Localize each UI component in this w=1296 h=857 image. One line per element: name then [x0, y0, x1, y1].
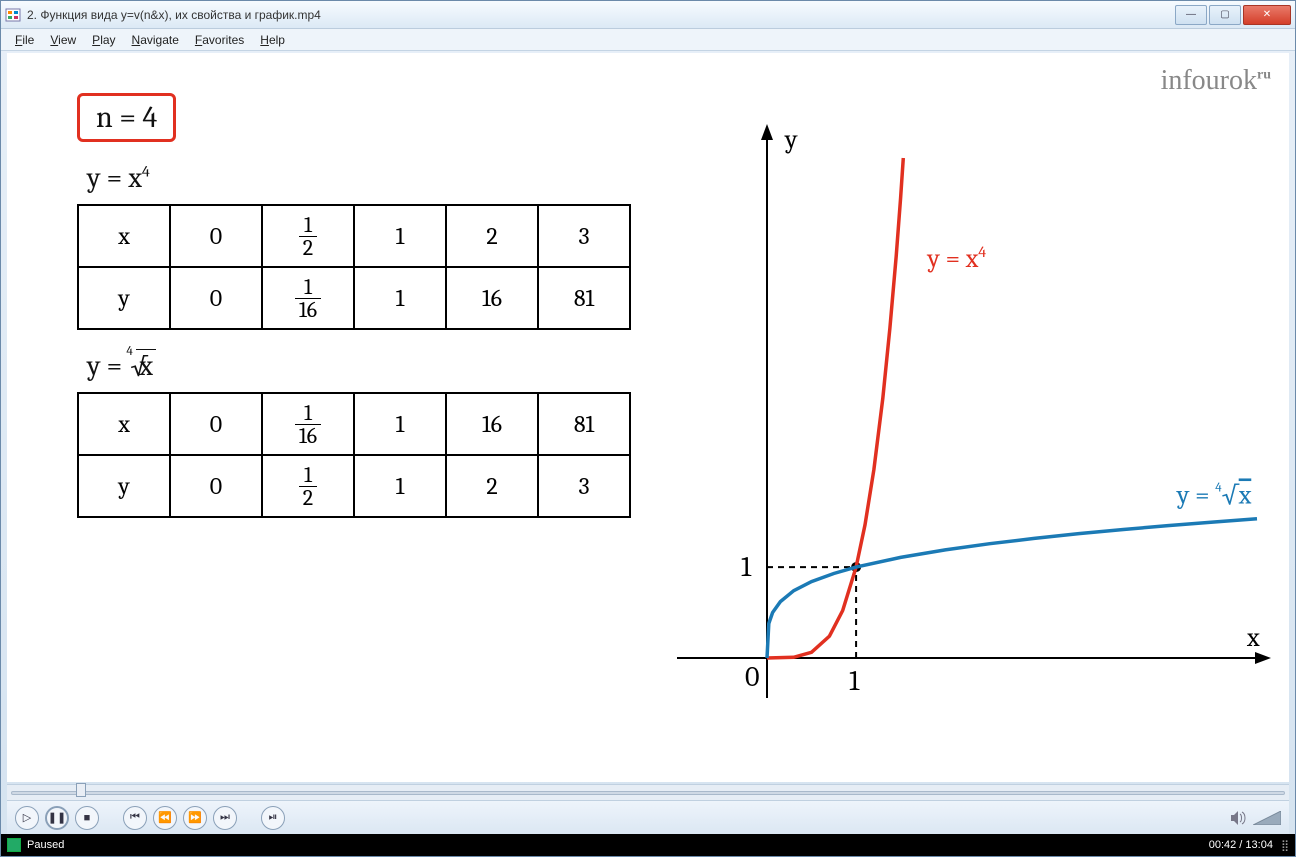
table-cell: 1	[354, 455, 446, 517]
table-cell: 12	[262, 205, 354, 267]
svg-text:y: y	[784, 125, 798, 155]
table-root4: x 011611681 y 012123	[77, 392, 631, 518]
table-cell: 81	[538, 267, 630, 329]
table-power4: x 012123 y 011611681	[77, 204, 631, 330]
graph-plot: y x 0 1 1 y = x4 y = 4√x	[667, 98, 1277, 738]
table-row: x 012123	[78, 205, 630, 267]
stop-button[interactable]: ■	[75, 806, 99, 830]
video-canvas[interactable]: infourokru n = 4 y = x4 x 012123 y 01161…	[7, 53, 1289, 782]
forward-button[interactable]: ⏩	[183, 806, 207, 830]
close-button[interactable]: ✕	[1243, 5, 1291, 25]
menu-play[interactable]: Play	[84, 31, 123, 49]
svg-text:y = x4: y = x4	[926, 243, 986, 274]
menu-help[interactable]: Help	[252, 31, 293, 49]
table-header-y: y	[78, 455, 170, 517]
minimize-button[interactable]: —	[1175, 5, 1207, 25]
playback-status: Paused	[27, 839, 64, 851]
left-column: n = 4 y = x4 x 012123 y 011611681 y = 4√…	[77, 93, 657, 536]
window-title: 2. Функция вида y=v(n&x), их свойства и …	[27, 8, 1173, 22]
menu-view[interactable]: View	[42, 31, 84, 49]
table-cell: 0	[170, 455, 262, 517]
rewind-button[interactable]: ⏪	[153, 806, 177, 830]
table-cell: 2	[446, 205, 538, 267]
table-cell: 1	[354, 393, 446, 455]
volume-icon[interactable]	[1229, 809, 1247, 827]
play-button[interactable]: ▷	[15, 806, 39, 830]
titlebar[interactable]: 2. Функция вида y=v(n&x), их свойства и …	[1, 1, 1295, 29]
prev-track-button[interactable]: ⏮	[123, 806, 147, 830]
svg-text:x: x	[1246, 623, 1260, 653]
table-cell: 116	[262, 267, 354, 329]
table-cell: 1	[354, 205, 446, 267]
pause-button[interactable]: ❚❚	[45, 806, 69, 830]
table-cell: 16	[446, 393, 538, 455]
table-cell: 81	[538, 393, 630, 455]
playback-controls: ▷ ❚❚ ■ ⏮ ⏪ ⏩ ⏭ ⏯	[7, 800, 1289, 834]
time-display: 00:42 / 13:04	[1209, 839, 1273, 851]
svg-text:1: 1	[741, 551, 752, 583]
svg-text:y = 4√x: y = 4√x	[1176, 480, 1252, 510]
table-cell: 0	[170, 393, 262, 455]
n-value-box: n = 4	[77, 93, 176, 142]
table-row: y 011611681	[78, 267, 630, 329]
next-track-button[interactable]: ⏭	[213, 806, 237, 830]
table-cell: 2	[446, 455, 538, 517]
table-row: x 011611681	[78, 393, 630, 455]
equation-root4: y = 4√x	[87, 350, 657, 382]
app-window: 2. Функция вида y=v(n&x), их свойства и …	[0, 0, 1296, 857]
seek-thumb[interactable]	[76, 783, 86, 797]
table-cell: 3	[538, 455, 630, 517]
status-bar: Paused 00:42 / 13:04 ⣿	[1, 834, 1295, 856]
table-cell: 12	[262, 455, 354, 517]
table-cell: 16	[446, 267, 538, 329]
table-cell: 1	[354, 267, 446, 329]
grip-icon: ⣿	[1281, 839, 1289, 852]
menu-navigate[interactable]: Navigate	[124, 31, 187, 49]
volume-slider[interactable]	[1253, 811, 1281, 825]
table-cell: 0	[170, 205, 262, 267]
table-cell: 3	[538, 205, 630, 267]
equation-power4: y = x4	[87, 162, 657, 194]
menu-favorites[interactable]: Favorites	[187, 31, 252, 49]
svg-text:0: 0	[745, 661, 759, 693]
svg-text:1: 1	[849, 665, 860, 697]
table-header-x: x	[78, 205, 170, 267]
table-header-x: x	[78, 393, 170, 455]
table-cell: 116	[262, 393, 354, 455]
step-button[interactable]: ⏯	[261, 806, 285, 830]
table-row: y 012123	[78, 455, 630, 517]
table-cell: 0	[170, 267, 262, 329]
seek-bar[interactable]	[7, 784, 1289, 800]
table-header-y: y	[78, 267, 170, 329]
maximize-button[interactable]: ▢	[1209, 5, 1241, 25]
menubar: File View Play Navigate Favorites Help	[1, 29, 1295, 51]
status-icon	[7, 838, 21, 852]
seek-track	[11, 791, 1285, 795]
watermark-logo: infourokru	[1161, 65, 1271, 97]
app-icon	[5, 7, 21, 23]
menu-file[interactable]: File	[7, 31, 42, 49]
